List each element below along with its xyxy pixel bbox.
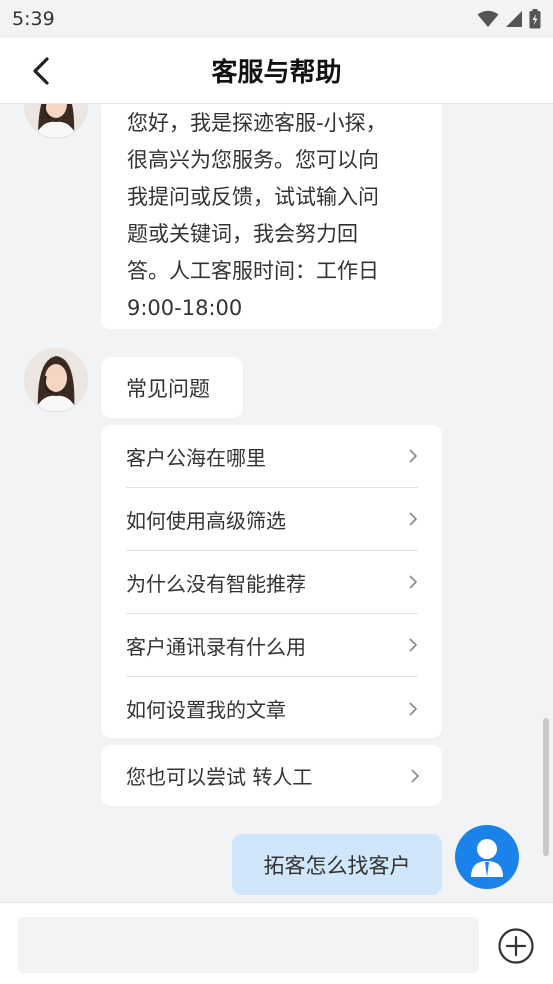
status-time: 5:39 — [12, 8, 55, 30]
back-arrow-icon — [33, 57, 49, 85]
welcome-line: 9:00-18:00 — [127, 296, 243, 320]
chevron-right-icon — [409, 638, 418, 652]
faq-title: 常见问题 — [126, 376, 210, 401]
agent-avatar-image — [24, 348, 88, 412]
welcome-line: 答。人工客服时间：工作日 — [127, 259, 379, 283]
chat-area[interactable]: 您好，我是探迹客服-小探， 很高兴为您服务。您可以向 我提问或反馈，试试输入问 … — [0, 104, 553, 902]
welcome-message-bubble: 您好，我是探迹客服-小探， 很高兴为您服务。您可以向 我提问或反馈，试试输入问 … — [101, 104, 442, 329]
faq-list: 客户公海在哪里 如何使用高级筛选 为什么没有智能推荐 客户通讯录有什么用 如何设… — [101, 425, 442, 738]
welcome-line: 您好，我是探迹客服-小探， — [127, 111, 387, 135]
faq-item[interactable]: 客户公海在哪里 — [126, 425, 418, 488]
chevron-right-icon — [409, 575, 418, 589]
page-title: 客服与帮助 — [211, 58, 342, 88]
agent-avatar-image — [24, 104, 88, 138]
battery-icon — [529, 9, 541, 29]
app-header: 客服与帮助 — [0, 38, 553, 104]
message-input[interactable] — [18, 917, 479, 973]
chevron-right-icon — [409, 512, 418, 526]
transfer-label: 您也可以尝试 转人工 — [126, 765, 313, 789]
faq-item[interactable]: 如何设置我的文章 — [126, 677, 418, 740]
user-message-bubble: 拓客怎么找客户 — [232, 834, 442, 895]
plus-circle-icon — [498, 928, 534, 964]
chevron-right-icon — [409, 449, 418, 463]
user-icon — [471, 839, 503, 877]
transfer-to-human-button[interactable]: 您也可以尝试 转人工 — [101, 745, 442, 806]
faq-title-bubble: 常见问题 — [101, 357, 243, 418]
add-attachment-button[interactable] — [497, 927, 535, 965]
faq-item-label: 客户公海在哪里 — [126, 445, 266, 470]
faq-item-label: 如何使用高级筛选 — [126, 508, 286, 533]
welcome-line: 很高兴为您服务。您可以向 — [127, 148, 379, 172]
wifi-icon — [477, 10, 499, 27]
chevron-right-icon — [409, 701, 418, 716]
agent-avatar — [24, 104, 88, 138]
signal-icon — [506, 11, 522, 27]
faq-item[interactable]: 如何使用高级筛选 — [126, 488, 418, 551]
chat-scrollbar[interactable] — [543, 718, 549, 856]
faq-item-label: 为什么没有智能推荐 — [126, 571, 306, 596]
chevron-right-icon — [411, 768, 420, 783]
faq-item-label: 如何设置我的文章 — [126, 698, 286, 722]
user-avatar — [455, 825, 519, 889]
back-button[interactable] — [26, 55, 56, 87]
user-message-text: 拓客怎么找客户 — [263, 853, 411, 878]
status-bar: 5:39 — [0, 0, 553, 38]
faq-item[interactable]: 为什么没有智能推荐 — [126, 551, 418, 614]
welcome-line: 题或关键词，我会努力回 — [127, 222, 358, 246]
welcome-line: 我提问或反馈，试试输入问 — [127, 185, 379, 209]
input-bar — [0, 902, 553, 984]
agent-avatar — [24, 348, 88, 412]
faq-item-label: 客户通讯录有什么用 — [126, 634, 306, 659]
faq-item[interactable]: 客户通讯录有什么用 — [126, 614, 418, 677]
status-icons — [477, 9, 541, 29]
